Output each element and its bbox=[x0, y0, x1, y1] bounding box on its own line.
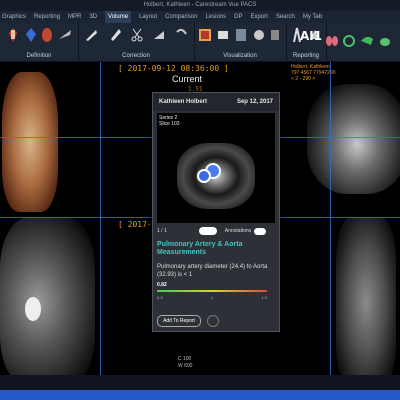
trim-tool-icon[interactable] bbox=[152, 27, 166, 43]
menu-bar: Graphics Reporting MPR 3D Volume Layout … bbox=[0, 11, 400, 23]
status-bar bbox=[0, 390, 400, 400]
window-width-text: W 600 bbox=[178, 363, 193, 369]
finding-title: Pulmonary Artery & Aorta Measurements bbox=[157, 241, 243, 256]
finding-text: Pulmonary artery diameter (24.4) to Aort… bbox=[157, 264, 268, 278]
window-center-text: C 100 bbox=[178, 356, 192, 362]
popup-header: Kathleen Holbert Sep 12, 2017 bbox=[153, 93, 279, 111]
menu-dp[interactable]: DP bbox=[234, 11, 242, 23]
timestamp-top: [ 2017-09-12 08:36:00 ] bbox=[118, 64, 229, 73]
group-label-reporting: Reporting bbox=[292, 53, 319, 59]
add-to-report-button[interactable]: Add To Report bbox=[157, 315, 201, 327]
patient-info-overlay: Holbert, Kathleen 797 4567 77947290 < 2 … bbox=[291, 64, 336, 82]
skeleton-red-icon[interactable] bbox=[6, 27, 20, 43]
ratio-scale-bar bbox=[157, 290, 267, 292]
liver-icon[interactable] bbox=[360, 33, 374, 49]
popup-date: Sep 12, 2017 bbox=[236, 99, 273, 105]
organ-icon[interactable] bbox=[378, 33, 392, 49]
annotations-label: Annotations bbox=[224, 228, 252, 234]
body-red-icon[interactable] bbox=[40, 27, 54, 43]
slice-nav-text[interactable]: < 2 - 290 > bbox=[291, 76, 336, 82]
ai-finding-popup: Kathleen Holbert Sep 12, 2017 Series 2 S… bbox=[152, 92, 280, 332]
popup-series-info: Series 2 Slice 103 bbox=[159, 115, 180, 127]
axial-ct-image bbox=[307, 84, 400, 194]
menu-export[interactable]: Export bbox=[250, 11, 267, 23]
scissors-icon[interactable] bbox=[130, 27, 144, 43]
sculpt-tool-icon[interactable] bbox=[108, 27, 122, 43]
window-level-overlay: C 100 W 600 bbox=[178, 356, 192, 370]
scale-mid: 1 bbox=[210, 295, 214, 300]
ribbon-group-visualization: Visualization bbox=[194, 23, 287, 61]
popup-slice: Slice 103 bbox=[159, 121, 180, 127]
scale-ticks: 0.3 1 1.5 bbox=[157, 295, 267, 300]
annotations-toggle[interactable] bbox=[254, 227, 267, 235]
current-label: Current bbox=[172, 74, 203, 84]
group-label-visualization: Visualization bbox=[223, 53, 257, 59]
menu-lesions[interactable]: Lesions bbox=[205, 11, 226, 23]
popup-axial-image[interactable]: Series 2 Slice 103 bbox=[157, 113, 275, 223]
undo-sculpt-icon[interactable] bbox=[174, 27, 188, 43]
group-label-correction: Correction bbox=[122, 53, 150, 59]
sagittal-ct-image bbox=[336, 217, 396, 387]
popup-controls: 1 / 1 Annotations bbox=[157, 225, 275, 237]
knife-icon[interactable] bbox=[58, 27, 72, 43]
zoom-toggle[interactable] bbox=[198, 227, 217, 235]
menu-my-tab[interactable]: My Tab bbox=[303, 11, 322, 23]
render-mode-icon[interactable] bbox=[252, 27, 266, 43]
coronal-ct-image bbox=[0, 217, 95, 387]
ribbon-group-correction: Correction bbox=[78, 23, 195, 61]
popup-patient-name: Kathleen Holbert bbox=[159, 99, 208, 105]
ribbon-group-definition: Definition bbox=[0, 23, 79, 61]
sagittal-pane[interactable] bbox=[330, 217, 400, 390]
menu-comparison[interactable]: Comparison bbox=[165, 11, 197, 23]
scale-value: 0.82 bbox=[157, 282, 167, 288]
confirm-icon[interactable] bbox=[207, 315, 219, 327]
coronal-pane-left[interactable] bbox=[0, 217, 100, 390]
scale-min: 0.3 bbox=[157, 295, 163, 300]
opacity-icon[interactable] bbox=[268, 27, 282, 43]
menu-volume[interactable]: Volume bbox=[105, 11, 132, 23]
pulmonary-artery-marker bbox=[199, 171, 209, 181]
volume-render-icon[interactable] bbox=[198, 27, 212, 43]
crosshair-vertical-left[interactable] bbox=[100, 62, 101, 390]
skeleton-3d-render bbox=[2, 72, 58, 212]
preset-icon[interactable] bbox=[216, 27, 230, 43]
title-bar: Holbert, Kathleen - Carestream Vue PACS bbox=[0, 0, 400, 11]
mip-icon[interactable] bbox=[234, 27, 248, 43]
menu-search[interactable]: Search bbox=[276, 11, 295, 23]
cut-tool-icon[interactable] bbox=[84, 27, 98, 43]
lung-icon[interactable] bbox=[325, 33, 339, 49]
status-area bbox=[0, 375, 400, 390]
popup-page-counter: 1 / 1 bbox=[157, 228, 167, 234]
ai-button[interactable]: AI1 bbox=[300, 29, 322, 43]
menu-reporting[interactable]: Reporting bbox=[34, 11, 60, 23]
menu-mpr[interactable]: MPR bbox=[68, 11, 81, 23]
menu-3d[interactable]: 3D bbox=[89, 11, 97, 23]
brain-icon[interactable] bbox=[342, 33, 356, 49]
scale-max: 1.5 bbox=[261, 295, 267, 300]
contrast-structure bbox=[25, 297, 41, 321]
menu-graphics[interactable]: Graphics bbox=[2, 11, 26, 23]
skeleton-blue-icon[interactable] bbox=[24, 27, 38, 43]
menu-layout[interactable]: Layout bbox=[139, 11, 157, 23]
group-label-definition: Definition bbox=[26, 53, 52, 59]
ribbon-toolbar: Definition Correction Visualization Repo… bbox=[0, 23, 400, 62]
crosshair-vertical-right[interactable] bbox=[330, 62, 331, 390]
